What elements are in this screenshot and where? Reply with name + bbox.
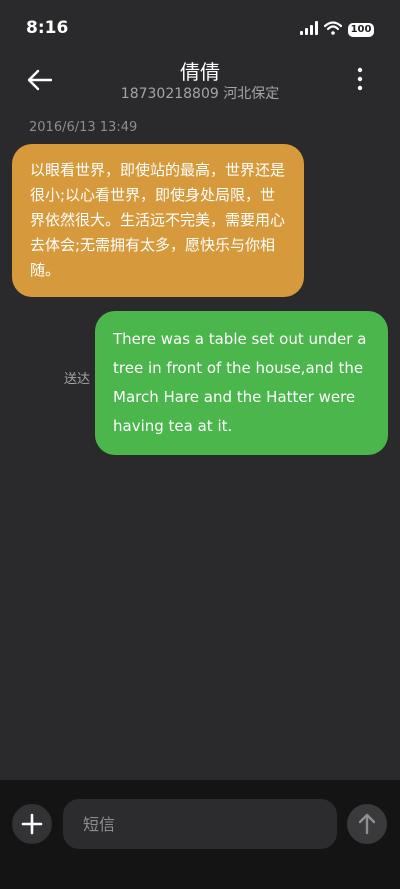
battery-indicator: 100	[348, 22, 374, 37]
more-options-button[interactable]	[350, 66, 370, 92]
conversation-header: 倩倩 18730218809 河北保定	[0, 56, 400, 106]
delivery-status: 送达	[64, 372, 91, 387]
more-vertical-icon	[350, 67, 370, 96]
plus-icon	[12, 813, 52, 848]
contact-detail: 18730218809 河北保定	[120, 86, 280, 102]
status-time: 8:16	[26, 18, 69, 38]
incoming-message-bubble[interactable]: 以眼看世界，即使站的最高，世界还是很小;以心看世界，即使身处局限，世界依然很大。…	[12, 144, 304, 297]
message-composer	[0, 780, 400, 889]
message-timestamp: 2016/6/13 13:49	[29, 120, 138, 135]
wifi-icon	[323, 20, 343, 39]
add-attachment-button[interactable]	[12, 804, 52, 844]
message-input[interactable]	[63, 799, 337, 849]
outgoing-message-bubble[interactable]: There was a table set out under a tree i…	[95, 311, 388, 455]
status-icons: 100	[300, 20, 374, 39]
contact-name: 倩倩	[180, 60, 220, 84]
arrow-up-icon	[347, 813, 387, 848]
status-bar: 8:16 100	[0, 0, 400, 56]
send-button[interactable]	[347, 804, 387, 844]
signal-icon	[300, 20, 318, 39]
